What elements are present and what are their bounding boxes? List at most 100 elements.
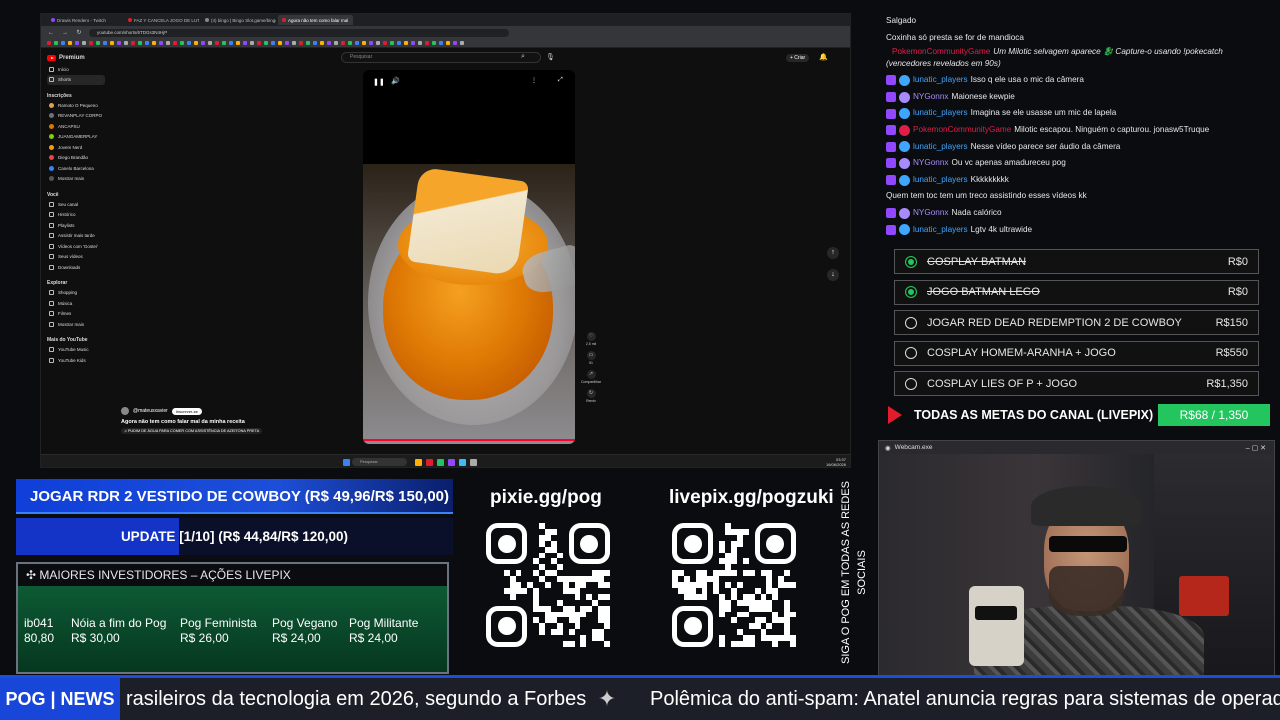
bookmark-icon[interactable] [222, 41, 226, 45]
bookmark-icon[interactable] [446, 41, 450, 45]
bookmark-icon[interactable] [138, 41, 142, 45]
bookmark-icon[interactable] [306, 41, 310, 45]
bookmark-icon[interactable] [187, 41, 191, 45]
short-action[interactable]: ▭ 51 [586, 351, 596, 365]
back-icon[interactable]: ← [47, 30, 55, 36]
short-action-icon[interactable]: ▭ [586, 351, 596, 360]
bookmark-icon[interactable] [460, 41, 464, 45]
bookmark-icon[interactable] [341, 41, 345, 45]
bell-icon[interactable]: 🔔 [819, 53, 828, 61]
bookmark-icon[interactable] [257, 41, 261, 45]
bookmark-icon[interactable] [54, 41, 58, 45]
bookmark-icon[interactable] [152, 41, 156, 45]
sidebar-item[interactable]: Canelo Barcelona [47, 163, 105, 174]
bookmark-icon[interactable] [390, 41, 394, 45]
short-video-player[interactable]: ❚❚ 🔊 ⋮ ⤢ [363, 70, 575, 444]
bookmark-icon[interactable] [334, 41, 338, 45]
app-icon[interactable] [470, 458, 477, 466]
browser-tab[interactable]: Agora não tem como falar mal [278, 15, 353, 25]
bookmark-icon[interactable] [194, 41, 198, 45]
bookmark-icon[interactable] [327, 41, 331, 45]
chat-username[interactable]: NYGonnx [913, 205, 949, 222]
bookmark-icon[interactable] [376, 41, 380, 45]
bookmark-icon[interactable] [110, 41, 114, 45]
chat-username[interactable]: lunatic_players [913, 72, 968, 89]
bookmark-icon[interactable] [243, 41, 247, 45]
chat-username[interactable]: NYGonnx [913, 155, 949, 172]
bookmark-icon[interactable] [208, 41, 212, 45]
sidebar-item[interactable]: Vídeos com 'Gostei' [47, 241, 105, 252]
bookmark-icon[interactable] [348, 41, 352, 45]
pause-icon[interactable]: ❚❚ [373, 78, 385, 86]
bookmark-icon[interactable] [320, 41, 324, 45]
app-icon[interactable] [459, 458, 466, 466]
bookmark-icon[interactable] [89, 41, 93, 45]
short-action[interactable]: ↻ Remix [586, 389, 596, 403]
bookmark-icon[interactable] [285, 41, 289, 45]
app-icon[interactable] [448, 458, 455, 466]
bookmark-icon[interactable] [236, 41, 240, 45]
more-options-icon[interactable]: ⋮ [531, 77, 537, 84]
bookmark-icon[interactable] [439, 41, 443, 45]
bookmark-icon[interactable] [292, 41, 296, 45]
channel-avatar[interactable] [121, 407, 129, 415]
mic-icon[interactable]: 🎙 [546, 53, 555, 61]
short-action[interactable]: ♡ 2,5 mil [586, 332, 596, 346]
bookmark-icon[interactable] [453, 41, 457, 45]
bookmark-icon[interactable] [271, 41, 275, 45]
bookmark-icon[interactable] [299, 41, 303, 45]
previous-short-icon[interactable]: ↑ [827, 247, 839, 259]
bookmark-icon[interactable] [229, 41, 233, 45]
bookmark-icon[interactable] [215, 41, 219, 45]
sidebar-item[interactable]: REVANPLAY CORPO [47, 111, 105, 122]
bookmark-icon[interactable] [425, 41, 429, 45]
bookmark-icon[interactable] [201, 41, 205, 45]
chat-username[interactable]: lunatic_players [913, 222, 968, 239]
bookmark-icon[interactable] [180, 41, 184, 45]
bookmark-icon[interactable] [131, 41, 135, 45]
chat-username[interactable]: PokemonCommunityGame [913, 122, 1011, 139]
bookmark-icon[interactable] [82, 41, 86, 45]
short-action-icon[interactable]: ♡ [586, 332, 596, 341]
bookmark-icon[interactable] [313, 41, 317, 45]
sidebar-item[interactable]: YouTube Kids [47, 355, 105, 366]
chat-username[interactable]: PokemonCommunityGame [892, 47, 990, 56]
bookmark-icon[interactable] [397, 41, 401, 45]
chat-username[interactable]: NYGonnx [913, 89, 949, 106]
sidebar-item[interactable]: Seu canal [47, 199, 105, 210]
sidebar-item[interactable]: Jovem Nerd [47, 142, 105, 153]
bookmark-icon[interactable] [61, 41, 65, 45]
bookmark-icon[interactable] [173, 41, 177, 45]
fullscreen-icon[interactable]: ⤢ [558, 77, 563, 84]
taskbar-search[interactable]: Pesquisar [352, 458, 407, 466]
bookmark-icon[interactable] [355, 41, 359, 45]
sidebar-item[interactable]: Assistir mais tarde [47, 231, 105, 242]
subscribe-button[interactable]: Inscrever-se [171, 407, 202, 415]
bookmark-icon[interactable] [411, 41, 415, 45]
bookmark-icon[interactable] [432, 41, 436, 45]
sidebar-item[interactable]: ANCAPSU [47, 121, 105, 132]
bookmark-icon[interactable] [103, 41, 107, 45]
bookmark-icon[interactable] [68, 41, 72, 45]
window-controls-icon[interactable]: – ▢ ✕ [1246, 444, 1266, 452]
bookmark-icon[interactable] [369, 41, 373, 45]
bookmark-icon[interactable] [362, 41, 366, 45]
short-action[interactable]: ↗ Compartilhar [581, 370, 601, 384]
video-progress-bar[interactable] [363, 439, 575, 441]
sidebar-item[interactable]: YouTube Music [47, 345, 105, 356]
chat-username[interactable]: lunatic_players [913, 172, 968, 189]
browser-icon[interactable] [437, 458, 444, 466]
browser-tab[interactable]: FAZ Y CANCELA JOGO DE LUTA HOJE [124, 15, 199, 25]
sidebar-item[interactable]: Mostrar mais [47, 174, 105, 185]
bookmark-icon[interactable] [124, 41, 128, 45]
sidebar-item[interactable]: Seus vídeos [47, 252, 105, 263]
youtube-logo[interactable]: Premium [47, 52, 105, 64]
sidebar-item[interactable]: Diego Brandão [47, 153, 105, 164]
short-action-icon[interactable]: ↻ [586, 389, 596, 398]
reload-icon[interactable]: ↻ [75, 29, 83, 36]
next-short-icon[interactable]: ↓ [827, 269, 839, 281]
sidebar-item[interactable]: Shorts [47, 74, 105, 85]
bookmark-icon[interactable] [47, 41, 51, 45]
chat-username[interactable]: lunatic_players [913, 105, 968, 122]
volume-icon[interactable]: 🔊 [391, 77, 400, 85]
